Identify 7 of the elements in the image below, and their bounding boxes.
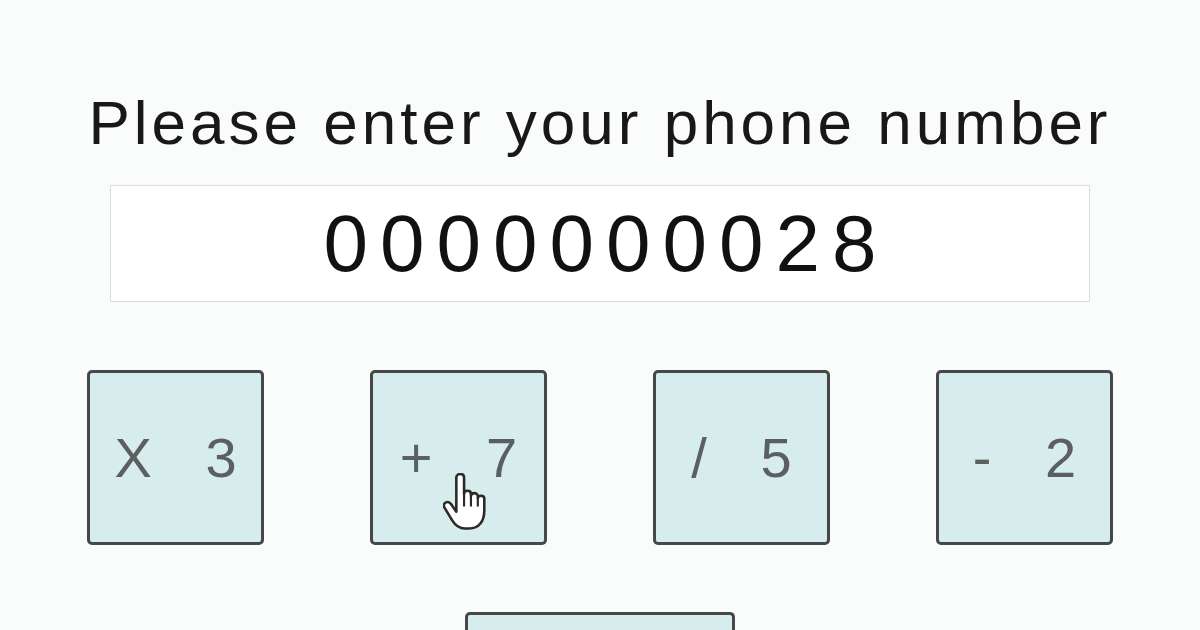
operation-key[interactable]: X 3: [87, 370, 264, 545]
operation-key[interactable]: / 5: [653, 370, 830, 545]
operation-key[interactable]: - 2: [936, 370, 1113, 545]
operation-key[interactable]: + 7: [370, 370, 547, 545]
phone-input-field[interactable]: 0000000028: [110, 185, 1090, 302]
cut-off-button[interactable]: [465, 612, 735, 630]
prompt-heading: Please enter your phone number: [88, 87, 1112, 159]
